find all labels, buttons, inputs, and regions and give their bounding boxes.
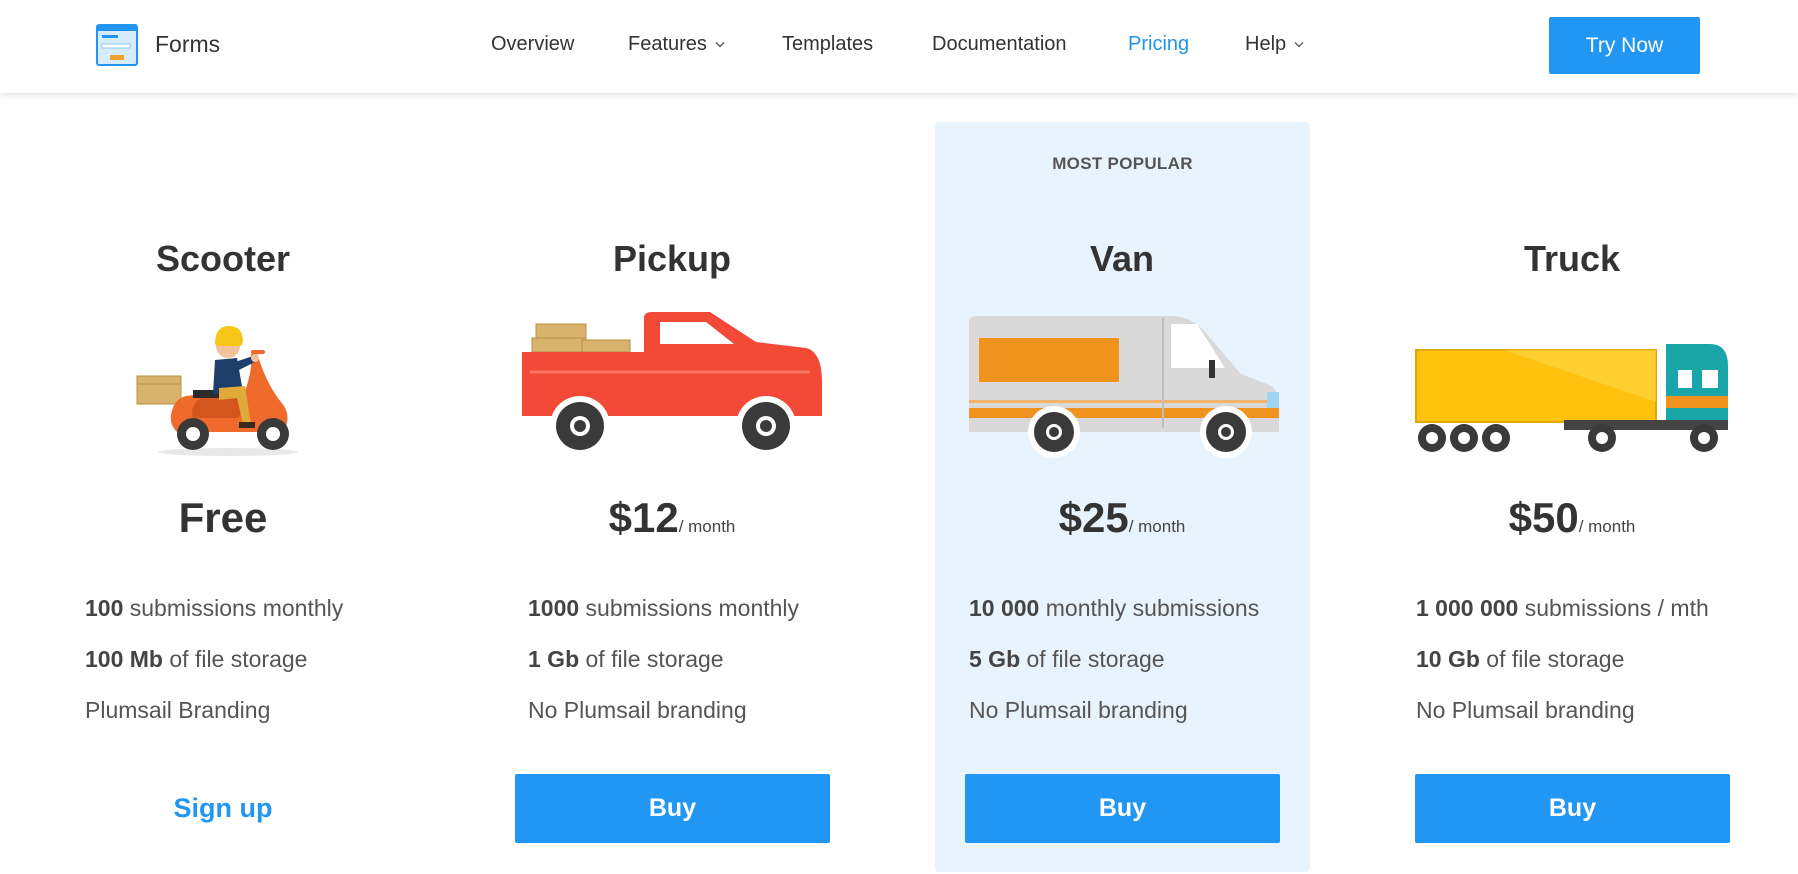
feature-storage: 1 Gb of file storage (528, 646, 724, 673)
feature-text: No Plumsail branding (528, 697, 747, 723)
feature-submissions: 100 submissions monthly (85, 595, 343, 622)
chevron-down-icon (715, 42, 725, 48)
plan-price-scooter: Free (43, 494, 403, 542)
forms-logo-icon[interactable] (96, 24, 138, 66)
feature-text: submissions / mth (1518, 595, 1709, 621)
buy-van-button[interactable]: Buy (965, 774, 1280, 843)
nav-pricing[interactable]: Pricing (1128, 33, 1189, 56)
feature-text: of file storage (579, 646, 724, 672)
feature-value: 10 Gb (1416, 646, 1480, 672)
feature-value: 1000 (528, 595, 580, 621)
feature-value: 100 Mb (85, 646, 163, 672)
nav-documentation[interactable]: Documentation (932, 33, 1067, 56)
van-illustration (969, 316, 1279, 458)
feature-text: of file storage (1479, 646, 1625, 672)
try-now-button[interactable]: Try Now (1549, 17, 1700, 74)
feature-storage: 10 Gb of file storage (1416, 646, 1624, 673)
feature-text: of file storage (162, 646, 308, 672)
top-navbar: Forms Overview Features Templates Docume… (0, 0, 1798, 93)
plan-price-pickup: $12/ month (492, 494, 852, 542)
feature-branding: No Plumsail branding (969, 697, 1188, 724)
feature-text: of file storage (1020, 646, 1165, 672)
buy-pickup-button[interactable]: Buy (515, 774, 830, 843)
feature-branding: Plumsail Branding (85, 697, 270, 724)
feature-text: submissions monthly (579, 595, 800, 621)
nav-help-label: Help (1245, 33, 1287, 55)
plan-price-van: $25/ month (942, 494, 1302, 542)
feature-text: No Plumsail branding (1416, 697, 1635, 723)
price-period: / month (1128, 517, 1186, 536)
pickup-truck-illustration (522, 312, 822, 456)
feature-submissions: 1000 submissions monthly (528, 595, 799, 622)
sign-up-link[interactable]: Sign up (43, 774, 403, 843)
scooter-illustration (136, 326, 298, 456)
feature-storage: 100 Mb of file storage (85, 646, 307, 673)
nav-features-label: Features (628, 33, 707, 55)
plan-name-scooter: Scooter (155, 238, 291, 279)
buy-truck-button[interactable]: Buy (1415, 774, 1730, 843)
nav-overview[interactable]: Overview (491, 33, 574, 56)
feature-text: Plumsail Branding (85, 697, 271, 723)
feature-storage: 5 Gb of file storage (969, 646, 1165, 673)
feature-value: 1 Gb (528, 646, 580, 672)
nav-help[interactable]: Help (1245, 33, 1304, 56)
price-amount: $25 (1058, 494, 1129, 541)
feature-value: 5 Gb (969, 646, 1021, 672)
chevron-down-icon (1294, 42, 1304, 48)
price-amount: Free (178, 494, 268, 541)
feature-value: 100 (85, 595, 124, 621)
price-period: / month (678, 517, 736, 536)
feature-branding: No Plumsail branding (528, 697, 747, 724)
price-period: / month (1578, 517, 1636, 536)
nav-templates[interactable]: Templates (782, 33, 873, 56)
nav-documentation-label: Documentation (932, 33, 1067, 55)
plan-name-pickup: Pickup (612, 238, 732, 279)
feature-branding: No Plumsail branding (1416, 697, 1635, 724)
feature-value: 1 000 000 (1416, 595, 1519, 621)
nav-pricing-label: Pricing (1128, 33, 1190, 55)
feature-text: monthly submissions (1039, 595, 1260, 621)
nav-features[interactable]: Features (628, 33, 725, 56)
feature-submissions: 1 000 000 submissions / mth (1416, 595, 1709, 622)
price-amount: $50 (1508, 494, 1579, 541)
feature-submissions: 10 000 monthly submissions (969, 595, 1259, 622)
brand-name[interactable]: Forms (155, 31, 220, 58)
most-popular-label: MOST POPULAR (1052, 154, 1193, 173)
nav-overview-label: Overview (491, 33, 575, 55)
feature-text: No Plumsail branding (969, 697, 1188, 723)
plan-price-truck: $50/ month (1392, 494, 1752, 542)
plan-name-truck: Truck (1523, 238, 1621, 279)
truck-illustration (1415, 344, 1728, 452)
price-amount: $12 (608, 494, 679, 541)
feature-text: submissions monthly (123, 595, 344, 621)
feature-value: 10 000 (969, 595, 1040, 621)
plan-name-van: Van (1089, 238, 1155, 279)
nav-templates-label: Templates (782, 33, 874, 55)
